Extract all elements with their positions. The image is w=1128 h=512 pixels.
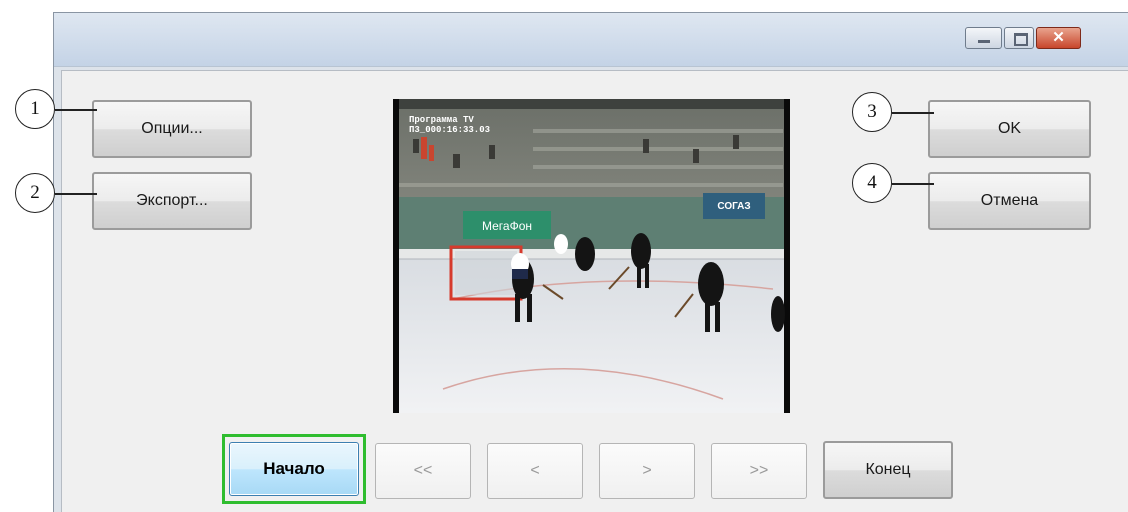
- hockey-frame-image: МегаФон СОГАЗ: [393, 99, 790, 413]
- banner-sogaz: СОГАЗ: [717, 201, 750, 212]
- callout-4: 4: [852, 163, 892, 203]
- maximize-icon: [1014, 33, 1028, 46]
- last-frame-label: >>: [749, 462, 769, 479]
- callout-3-leader: [892, 112, 934, 114]
- export-button-label: Экспорт...: [136, 192, 208, 209]
- export-button[interactable]: Экспорт...: [92, 172, 252, 230]
- cancel-button[interactable]: Отмена: [928, 172, 1091, 230]
- next-frame-label: >: [642, 462, 652, 479]
- first-frame-button[interactable]: <<: [375, 443, 471, 499]
- callout-3: 3: [852, 92, 892, 132]
- callout-2-leader: [55, 193, 97, 195]
- previous-frame-label: <: [530, 462, 540, 479]
- video-preview: МегаФон СОГАЗ Программа TV П3_000:16:33.…: [393, 99, 790, 413]
- start-button-label: Начало: [263, 459, 325, 478]
- last-frame-button[interactable]: >>: [711, 443, 807, 499]
- close-icon: ✕: [1052, 29, 1065, 46]
- next-frame-button[interactable]: >: [599, 443, 695, 499]
- end-button-label: Конец: [865, 461, 911, 478]
- start-button[interactable]: Начало: [229, 442, 359, 496]
- close-button[interactable]: ✕: [1036, 27, 1081, 49]
- callout-4-leader: [892, 183, 934, 185]
- options-button[interactable]: Опции...: [92, 100, 252, 158]
- cancel-button-label: Отмена: [980, 192, 1039, 209]
- maximize-button[interactable]: [1004, 27, 1034, 49]
- minimize-button[interactable]: [965, 27, 1002, 49]
- callout-1: 1: [15, 89, 55, 129]
- title-bar[interactable]: ✕: [54, 13, 1128, 67]
- minimize-icon: [978, 40, 990, 43]
- end-button[interactable]: Конец: [823, 441, 953, 499]
- ok-button[interactable]: OK: [928, 100, 1091, 158]
- ok-button-label: OK: [997, 120, 1022, 137]
- video-overlay: Программа TV П3_000:16:33.03: [409, 115, 490, 135]
- callout-1-leader: [55, 109, 97, 111]
- callout-2: 2: [15, 173, 55, 213]
- overlay-timecode: П3_000:16:33.03: [409, 125, 491, 135]
- banner-megafon: МегаФон: [482, 219, 532, 233]
- options-button-label: Опции...: [141, 120, 203, 137]
- first-frame-label: <<: [413, 462, 433, 479]
- overlay-program: Программа TV: [409, 115, 474, 125]
- previous-frame-button[interactable]: <: [487, 443, 583, 499]
